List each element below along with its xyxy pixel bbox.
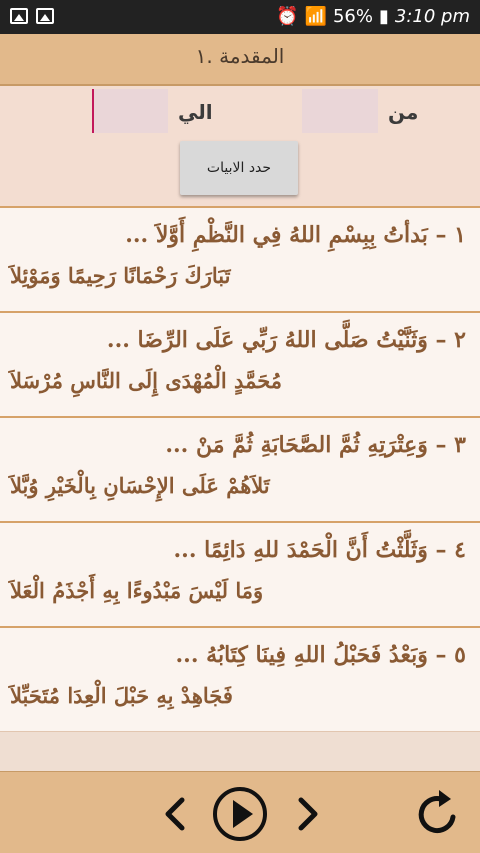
verse-first-text: وَبَعْدُ فَحَبْلُ اللهِ فِينَا كِتَابُهُ… — [175, 642, 428, 668]
from-input[interactable] — [302, 89, 378, 133]
chevron-left-icon — [165, 797, 185, 831]
verse-second-line: تَلاَهُمْ عَلَى الإِحْسَانِ بِالْخَيْرِ … — [10, 473, 270, 498]
verse-number: ٢ — [454, 327, 466, 353]
verse-first-text: بَدأتُ بِبِسْمِ اللهُ فِي النَّظْمِ أَوَ… — [125, 222, 428, 248]
verse-number: ١ — [454, 222, 466, 248]
verse-first-line: ٤ – وَثَلَّثْتُ أَنَّ الْحَمْدَ للهِ دَا… — [173, 537, 467, 563]
verse-first-text: وَعِتْرَتِهِ ثُمَّ الصَّحَابَةِ ثُمَّ مَ… — [165, 432, 428, 458]
verse-list: ١ – بَدأتُ بِبِسْمِ اللهُ فِي النَّظْمِ … — [0, 206, 480, 733]
verse-first-line: ٢ – وَثَنَّيْتُ صَلَّى اللهُ رَبِّي عَلَ… — [106, 327, 466, 353]
verse-item-5[interactable]: ٥ – وَبَعْدُ فَحَبْلُ اللهِ فِينَا كِتَا… — [0, 628, 480, 733]
page-title: المقدمة .١ — [195, 44, 285, 68]
verse-number: ٥ — [454, 642, 466, 668]
battery-percent: 56% — [332, 6, 373, 27]
play-button[interactable] — [210, 784, 270, 844]
footer-strip — [0, 731, 480, 771]
reload-button[interactable] — [408, 784, 468, 844]
title-bar: المقدمة .١ — [0, 34, 480, 86]
player-controls — [0, 771, 480, 853]
verse-first-line: ١ – بَدأتُ بِبِسْمِ اللهُ فِي النَّظْمِ … — [125, 222, 466, 248]
verse-number: ٣ — [454, 432, 466, 458]
reload-icon — [418, 790, 456, 834]
verse-first-line: ٥ – وَبَعْدُ فَحَبْلُ اللهِ فِينَا كِتَا… — [175, 642, 466, 668]
verse-first-text: وَثَلَّثْتُ أَنَّ الْحَمْدَ للهِ دَائِمً… — [173, 537, 428, 563]
chevron-right-icon — [298, 797, 318, 831]
verse-item-4[interactable]: ٤ – وَثَلَّثْتُ أَنَّ الْحَمْدَ للهِ دَا… — [0, 523, 480, 628]
verse-second-line: وَمَا لَيْسَ مَبْدُوءًا بِهِ أَجْذَمُ ال… — [10, 578, 264, 603]
from-label: من — [388, 100, 419, 124]
verse-first-line: ٣ – وَعِتْرَتِهِ ثُمَّ الصَّحَابَةِ ثُمَ… — [165, 432, 466, 458]
image-icon — [10, 8, 28, 24]
to-label: الي — [178, 100, 213, 124]
range-panel: من الي حدد الابيات — [0, 86, 480, 206]
play-icon — [213, 787, 267, 841]
alarm-icon: ⏰ — [276, 6, 299, 27]
verse-number: ٤ — [454, 537, 466, 563]
verse-second-line: مُحَمَّدٍ الْمُهْدَى إِلَى النَّاسِ مُرْ… — [10, 368, 283, 393]
to-input[interactable] — [92, 89, 168, 133]
battery-icon: ▮ — [378, 6, 389, 27]
verse-second-line: تَبَارَكَ رَحْمَانًا رَحِيمًا وَمَوْئِلا… — [10, 263, 231, 288]
photo-icon — [36, 8, 54, 24]
limit-verses-button[interactable]: حدد الابيات — [180, 141, 298, 195]
verse-item-3[interactable]: ٣ – وَعِتْرَتِهِ ثُمَّ الصَّحَابَةِ ثُمَ… — [0, 418, 480, 523]
verse-item-2[interactable]: ٢ – وَثَنَّيْتُ صَلَّى اللهُ رَبِّي عَلَ… — [0, 313, 480, 418]
prev-button[interactable] — [145, 784, 205, 844]
verse-item-1[interactable]: ١ – بَدأتُ بِبِسْمِ اللهُ فِي النَّظْمِ … — [0, 208, 480, 313]
status-bar: ⏰ 📶 56% ▮ 3:10 pm — [0, 0, 480, 34]
wifi-icon: 📶 — [304, 6, 327, 27]
status-time: 3:10 pm — [394, 6, 470, 27]
next-button[interactable] — [278, 784, 338, 844]
verse-first-text: وَثَنَّيْتُ صَلَّى اللهُ رَبِّي عَلَى ال… — [106, 327, 428, 353]
verse-second-line: فَجَاهِدْ بِهِ حَبْلَ الْعِدَا مُتَحَبِّ… — [10, 683, 233, 708]
